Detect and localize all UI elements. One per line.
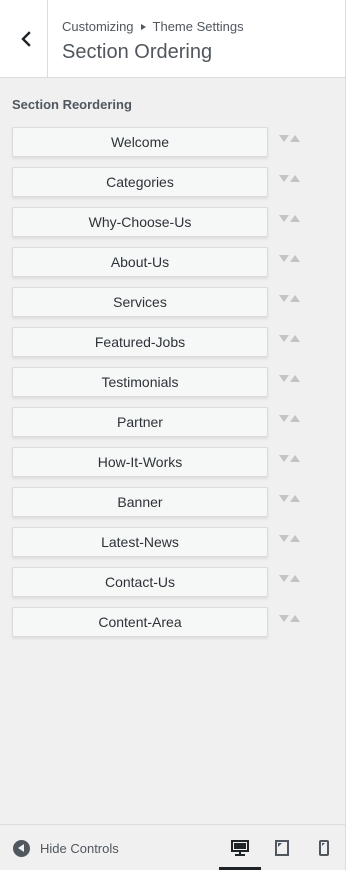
move-down-icon[interactable]: [279, 615, 289, 622]
section-row: Welcome: [12, 127, 312, 157]
hide-controls-label: Hide Controls: [40, 841, 119, 856]
move-up-icon[interactable]: [290, 495, 300, 502]
section-item[interactable]: About-Us: [12, 247, 268, 277]
reorder-arrows: [279, 575, 301, 585]
section-row: Contact-Us: [12, 567, 312, 597]
breadcrumb-separator-icon: [140, 23, 146, 30]
section-item[interactable]: Latest-News: [12, 527, 268, 557]
section-list: Welcome Categories Why-Choose-Us About-U…: [12, 127, 312, 647]
reorder-arrows: [279, 615, 301, 625]
reorder-arrows: [279, 255, 301, 265]
move-up-icon[interactable]: [290, 615, 300, 622]
section-item[interactable]: Testimonials: [12, 367, 268, 397]
section-item[interactable]: Partner: [12, 407, 268, 437]
move-up-icon[interactable]: [290, 215, 300, 222]
preview-tablet-button[interactable]: [261, 825, 303, 870]
move-down-icon[interactable]: [279, 175, 289, 182]
section-item[interactable]: How-It-Works: [12, 447, 268, 477]
section-item[interactable]: Banner: [12, 487, 268, 517]
section-row: Services: [12, 287, 312, 317]
desktop-icon: [231, 839, 249, 856]
customizer-footer: Hide Controls: [0, 824, 345, 870]
move-up-icon[interactable]: [290, 375, 300, 382]
move-down-icon[interactable]: [279, 335, 289, 342]
tablet-icon: [275, 840, 289, 856]
move-down-icon[interactable]: [279, 415, 289, 422]
reorder-arrows: [279, 535, 301, 545]
reorder-arrows: [279, 175, 301, 185]
section-item[interactable]: Featured-Jobs: [12, 327, 268, 357]
section-row: Banner: [12, 487, 312, 517]
chevron-left-icon: [20, 30, 31, 47]
move-down-icon[interactable]: [279, 575, 289, 582]
section-item[interactable]: Contact-Us: [12, 567, 268, 597]
preview-mobile-button[interactable]: [303, 825, 345, 870]
reorder-arrows: [279, 215, 301, 225]
mobile-icon: [319, 840, 329, 856]
breadcrumb-root: Customizing: [62, 19, 134, 34]
section-row: Partner: [12, 407, 312, 437]
section-item[interactable]: Content-Area: [12, 607, 268, 637]
reorder-arrows: [279, 295, 301, 305]
section-item[interactable]: Why-Choose-Us: [12, 207, 268, 237]
arrow-left-circle-icon: [13, 840, 30, 857]
customizer-panel: Customizing Theme Settings Section Order…: [0, 0, 346, 870]
move-down-icon[interactable]: [279, 375, 289, 382]
reorder-arrows: [279, 335, 301, 345]
reorder-arrows: [279, 495, 301, 505]
section-row: Testimonials: [12, 367, 312, 397]
move-up-icon[interactable]: [290, 255, 300, 262]
move-up-icon[interactable]: [290, 135, 300, 142]
section-row: Categories: [12, 167, 312, 197]
preview-desktop-button[interactable]: [219, 825, 261, 870]
section-item[interactable]: Welcome: [12, 127, 268, 157]
breadcrumb-current: Theme Settings: [152, 19, 244, 34]
move-up-icon[interactable]: [290, 335, 300, 342]
hide-controls-button[interactable]: Hide Controls: [13, 840, 119, 857]
section-row: How-It-Works: [12, 447, 312, 477]
customizer-header: Customizing Theme Settings Section Order…: [0, 0, 345, 78]
section-reordering-label: Section Reordering: [12, 97, 132, 112]
reorder-arrows: [279, 135, 301, 145]
section-row: Content-Area: [12, 607, 312, 637]
section-row: About-Us: [12, 247, 312, 277]
breadcrumb: Customizing Theme Settings: [62, 19, 244, 34]
move-up-icon[interactable]: [290, 455, 300, 462]
move-up-icon[interactable]: [290, 175, 300, 182]
section-item[interactable]: Services: [12, 287, 268, 317]
move-up-icon[interactable]: [290, 295, 300, 302]
move-down-icon[interactable]: [279, 215, 289, 222]
move-down-icon[interactable]: [279, 255, 289, 262]
back-button[interactable]: [0, 0, 48, 77]
reorder-arrows: [279, 455, 301, 465]
device-preview-switcher: [219, 825, 345, 870]
section-row: Latest-News: [12, 527, 312, 557]
page-title: Section Ordering: [62, 41, 213, 63]
move-down-icon[interactable]: [279, 295, 289, 302]
section-row: Featured-Jobs: [12, 327, 312, 357]
move-up-icon[interactable]: [290, 575, 300, 582]
move-up-icon[interactable]: [290, 415, 300, 422]
move-up-icon[interactable]: [290, 535, 300, 542]
section-row: Why-Choose-Us: [12, 207, 312, 237]
move-down-icon[interactable]: [279, 455, 289, 462]
move-down-icon[interactable]: [279, 135, 289, 142]
move-down-icon[interactable]: [279, 535, 289, 542]
reorder-arrows: [279, 375, 301, 385]
reorder-arrows: [279, 415, 301, 425]
section-item[interactable]: Categories: [12, 167, 268, 197]
move-down-icon[interactable]: [279, 495, 289, 502]
